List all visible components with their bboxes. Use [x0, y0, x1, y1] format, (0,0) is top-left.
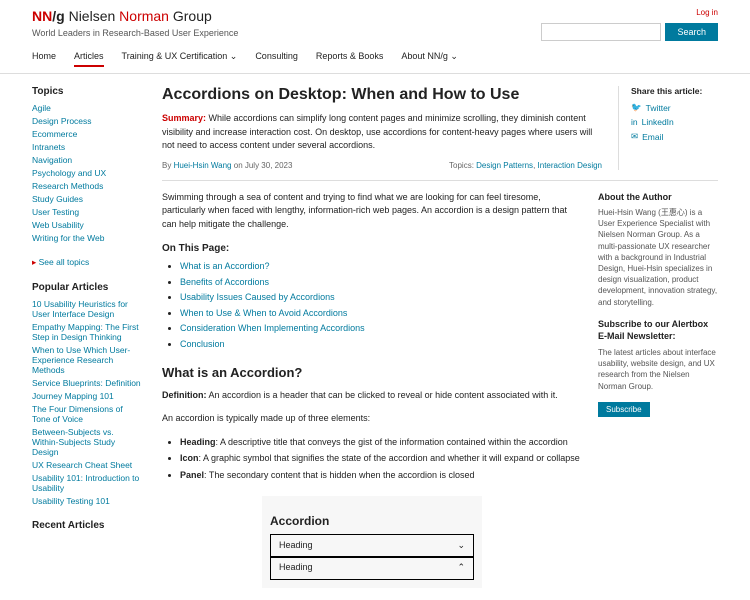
topic-link[interactable]: Design Patterns	[476, 161, 533, 170]
sidebar-topic-link[interactable]: Navigation	[32, 155, 72, 165]
sidebar-topic-link[interactable]: Writing for the Web	[32, 233, 104, 243]
section-heading: What is an Accordion?	[162, 363, 582, 383]
search-input[interactable]	[541, 23, 661, 41]
topic-link[interactable]: Interaction Design	[538, 161, 602, 170]
sidebar-topic-link[interactable]: Research Methods	[32, 181, 103, 191]
accordion-diagram: Accordion Heading⌄ Heading⌃	[262, 496, 482, 588]
sidebar-topic-link[interactable]: Study Guides	[32, 194, 83, 204]
toc-link[interactable]: What is an Accordion?	[180, 261, 270, 271]
sidebar-topic-link[interactable]: Psychology and UX	[32, 168, 106, 178]
sidebar-popular-link[interactable]: Service Blueprints: Definition	[32, 378, 141, 388]
sidebar-popular-link[interactable]: The Four Dimensions of Tone of Voice	[32, 404, 123, 424]
logo-block: NN/g Nielsen Norman Group World Leaders …	[32, 8, 238, 38]
nav-articles[interactable]: Articles	[74, 51, 104, 67]
popular-heading: Popular Articles	[32, 282, 142, 293]
chevron-up-icon: ⌃	[457, 561, 465, 575]
sidebar-popular-link[interactable]: Journey Mapping 101	[32, 391, 114, 401]
chevron-down-icon: ⌄	[457, 539, 465, 553]
share-twitter[interactable]: 🐦Twitter	[631, 102, 718, 113]
sidebar-topic-link[interactable]: Intranets	[32, 142, 65, 152]
author-link[interactable]: Huei-Hsin Wang	[174, 161, 232, 170]
tagline: World Leaders in Research-Based User Exp…	[32, 28, 238, 38]
nav-reports[interactable]: Reports & Books	[316, 51, 384, 67]
linkedin-icon: in	[631, 117, 638, 127]
toc-link[interactable]: Usability Issues Caused by Accordions	[180, 292, 335, 302]
accordion-row: Heading⌃	[270, 556, 474, 580]
sidebar-popular-link[interactable]: UX Research Cheat Sheet	[32, 460, 132, 470]
share-linkedin[interactable]: inLinkedIn	[631, 117, 718, 127]
recent-heading: Recent Articles	[32, 520, 142, 531]
toc-heading: On This Page:	[162, 241, 582, 256]
sidebar-popular-link[interactable]: Usability Testing 101	[32, 496, 110, 506]
accordion-row: Heading⌄	[270, 534, 474, 558]
twitter-icon: 🐦	[631, 102, 642, 113]
see-all-topics[interactable]: See all topics	[39, 257, 90, 267]
main-nav: Home Articles Training & UX Certificatio…	[32, 51, 718, 73]
email-icon: ✉	[631, 131, 638, 142]
page-title: Accordions on Desktop: When and How to U…	[162, 86, 602, 104]
sidebar-popular-link[interactable]: When to Use Which User-Experience Resear…	[32, 345, 130, 375]
summary: Summary: While accordions can simplify l…	[162, 112, 602, 153]
sidebar-popular-link[interactable]: Empathy Mapping: The First Step in Desig…	[32, 322, 139, 342]
sidebar-topic-link[interactable]: Web Usability	[32, 220, 84, 230]
login-link[interactable]: Log in	[696, 8, 718, 17]
nav-home[interactable]: Home	[32, 51, 56, 67]
toc-link[interactable]: Benefits of Accordions	[180, 277, 269, 287]
sidebar-popular-link[interactable]: Usability 101: Introduction to Usability	[32, 473, 139, 493]
chevron-down-icon: ⌄	[450, 51, 458, 61]
toc-link[interactable]: Conclusion	[180, 339, 225, 349]
sidebar-popular-link[interactable]: 10 Usability Heuristics for User Interfa…	[32, 299, 128, 319]
topics-heading: Topics	[32, 86, 142, 97]
toc-link[interactable]: Consideration When Implementing Accordio…	[180, 323, 365, 333]
sidebar-topic-link[interactable]: Agile	[32, 103, 51, 113]
byline: By Huei-Hsin Wang on July 30, 2023 Topic…	[162, 161, 602, 170]
toc-link[interactable]: When to Use & When to Avoid Accordions	[180, 308, 347, 318]
intro-paragraph: Swimming through a sea of content and tr…	[162, 191, 582, 232]
logo[interactable]: NN/g Nielsen Norman Group	[32, 8, 238, 24]
chevron-down-icon: ⌄	[230, 51, 238, 61]
sidebar-topic-link[interactable]: Design Process	[32, 116, 92, 126]
sidebar-popular-link[interactable]: Between-Subjects vs. Within-Subjects Stu…	[32, 427, 115, 457]
subscribe-button[interactable]: Subscribe	[598, 402, 650, 417]
nav-training[interactable]: Training & UX Certification ⌄	[122, 51, 238, 67]
sidebar-topic-link[interactable]: User Testing	[32, 207, 79, 217]
sidebar-topic-link[interactable]: Ecommerce	[32, 129, 77, 139]
right-column: About the Author Huei-Hsin Wang (王惠心) is…	[598, 191, 718, 588]
share-email[interactable]: ✉Email	[631, 131, 718, 142]
nav-consulting[interactable]: Consulting	[255, 51, 298, 67]
search-button[interactable]: Search	[665, 23, 718, 41]
main-content: Accordions on Desktop: When and How to U…	[162, 86, 718, 588]
share-box: Share this article: 🐦Twitter inLinkedIn …	[618, 86, 718, 170]
nav-about[interactable]: About NN/g ⌄	[401, 51, 458, 67]
sidebar: Topics Agile Design Process Ecommerce Intra…	[32, 86, 142, 588]
